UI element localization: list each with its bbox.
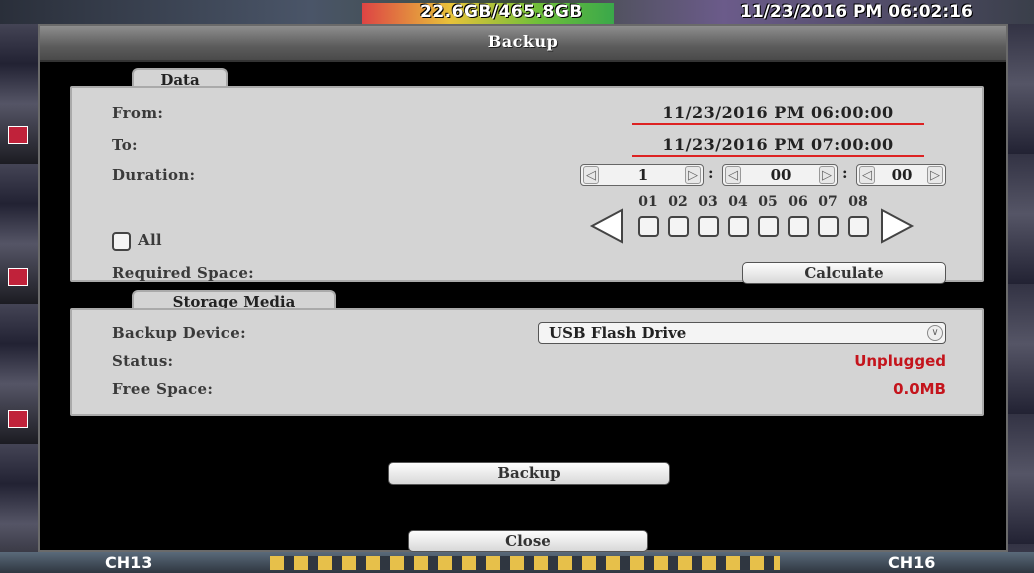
close-button[interactable]: Close [408, 530, 648, 552]
decrement-icon[interactable]: ◁ [583, 166, 599, 184]
colon-separator: : [842, 164, 848, 182]
duration-minutes-spinner[interactable]: ◁ 00 ▷ [722, 164, 838, 186]
decrement-icon[interactable]: ◁ [725, 166, 741, 184]
storage-media-group: Backup Device: USB Flash Drive ∨ Status:… [70, 308, 984, 416]
all-label: All [138, 231, 162, 249]
channel-checkbox-04[interactable] [728, 216, 749, 237]
channel-number: 03 [698, 194, 718, 210]
backup-device-label: Backup Device: [112, 324, 246, 342]
backup-button[interactable]: Backup [388, 462, 670, 485]
system-clock: 11/23/2016 PM 06:02:16 [740, 2, 973, 22]
channel-icons-row [270, 556, 780, 570]
duration-seconds-value: 00 [891, 166, 913, 184]
required-space-label: Required Space: [112, 264, 255, 282]
increment-icon[interactable]: ▷ [927, 166, 943, 184]
channel-checkbox-03[interactable] [698, 216, 719, 237]
channel-number: 02 [668, 194, 688, 210]
dialog-title: Backup [487, 32, 559, 51]
all-channels-checkbox[interactable] [112, 232, 131, 251]
channel-checkbox-05[interactable] [758, 216, 779, 237]
to-datetime-field[interactable]: 11/23/2016 PM 07:00:00 [632, 135, 924, 157]
backup-device-select[interactable]: USB Flash Drive ∨ [538, 322, 946, 344]
left-camera-strip [0, 24, 38, 552]
device-status-value: Unplugged [854, 352, 946, 370]
record-icon [8, 126, 28, 144]
data-group: From: 11/23/2016 PM 06:00:00 To: 11/23/2… [70, 86, 984, 284]
channel-number: 04 [728, 194, 748, 210]
free-space-label: Free Space: [112, 380, 214, 398]
increment-icon[interactable]: ▷ [819, 166, 835, 184]
decrement-icon[interactable]: ◁ [859, 166, 875, 184]
previous-page-arrow-icon[interactable] [588, 208, 626, 246]
duration-minutes-value: 00 [770, 166, 792, 184]
channel-number: 06 [788, 194, 808, 210]
from-datetime-field[interactable]: 11/23/2016 PM 06:00:00 [632, 103, 924, 125]
duration-seconds-spinner[interactable]: ◁ 00 ▷ [856, 164, 946, 186]
free-space-value: 0.0MB [893, 380, 946, 398]
right-camera-strip [1008, 24, 1034, 552]
duration-hours-spinner[interactable]: ◁ 1 ▷ [580, 164, 704, 186]
next-page-arrow-icon[interactable] [878, 208, 916, 246]
channel-number: 01 [638, 194, 658, 210]
backup-dialog: Backup Data From: 11/23/2016 PM 06:00:00… [38, 24, 1008, 552]
channel-number: 07 [818, 194, 838, 210]
channel-number: 08 [848, 194, 868, 210]
channel-checkbox-06[interactable] [788, 216, 809, 237]
to-label: To: [112, 136, 138, 154]
status-label: Status: [112, 352, 174, 370]
channel-checkbox-07[interactable] [818, 216, 839, 237]
dialog-titlebar: Backup [40, 26, 1006, 62]
duration-label: Duration: [112, 166, 196, 184]
calculate-button[interactable]: Calculate [742, 262, 946, 284]
channel-label-left: CH13 [105, 553, 153, 572]
backup-device-value: USB Flash Drive [549, 324, 687, 342]
duration-hours-value: 1 [637, 166, 649, 184]
channel-label-right: CH16 [888, 553, 936, 572]
colon-separator: : [708, 164, 714, 182]
chevron-down-icon[interactable]: ∨ [927, 325, 943, 341]
storage-usage-text: 22.6GB/465.8GB [420, 2, 583, 22]
channel-checkbox-02[interactable] [668, 216, 689, 237]
record-icon [8, 268, 28, 286]
record-icon [8, 410, 28, 428]
from-label: From: [112, 104, 164, 122]
channel-checkbox-08[interactable] [848, 216, 869, 237]
channel-checkbox-01[interactable] [638, 216, 659, 237]
channel-number: 05 [758, 194, 778, 210]
increment-icon[interactable]: ▷ [685, 166, 701, 184]
